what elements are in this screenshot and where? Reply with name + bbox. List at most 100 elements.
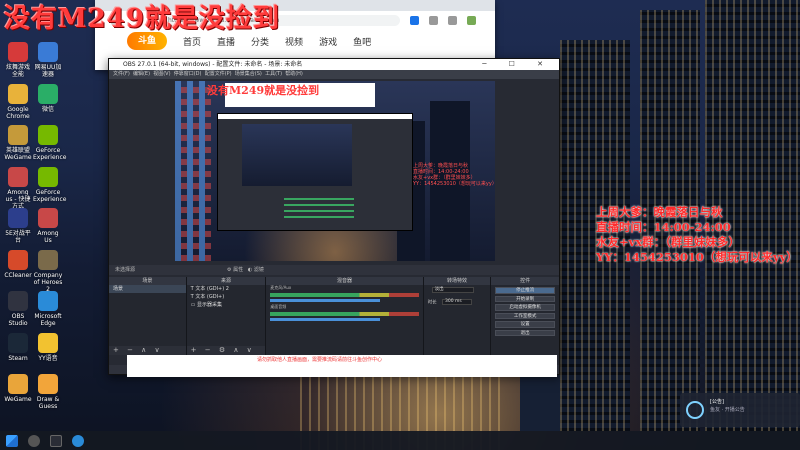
desktop-icon-label: 5E对战平台 (5, 230, 31, 244)
windows-start-icon[interactable] (6, 434, 18, 447)
transition-select[interactable]: 淡出 (431, 287, 474, 293)
properties-button[interactable]: 属性 (233, 267, 243, 273)
studio-mode-button[interactable]: 工作室模式 (495, 312, 555, 319)
transition-select-row: 淡出 (424, 285, 491, 297)
info-line: YY：1454253010（想玩可以来yy） (596, 250, 798, 264)
mic-volume-meter (270, 293, 419, 297)
desktop-icon-label: WeGame (4, 396, 32, 403)
mic-volume-slider[interactable] (270, 299, 380, 302)
desktop-icon-label: 英雄联盟 WeGame (4, 147, 32, 161)
source-item[interactable]: T 文本 (GDI+) (187, 293, 266, 301)
desktop-icon[interactable]: 微信 (33, 83, 63, 113)
desktop-icon[interactable]: Among Us (33, 208, 63, 244)
collections-icon[interactable] (429, 15, 438, 25)
desktop-icon[interactable]: Draw & Guess (33, 374, 63, 410)
mixer-channel-name: 麦克风/Aux (270, 285, 292, 290)
sources-dock-footer[interactable]: + − ⚙ ∧ ∨ (186, 346, 266, 355)
desktop-icon[interactable]: Company of Heroes 2 (33, 249, 63, 293)
gear-icon[interactable]: ⚙ (227, 267, 231, 273)
app-icon (8, 83, 28, 104)
nav-category[interactable]: 分类 (251, 35, 269, 48)
source-item[interactable]: T 文本 (GDI+) 2 (187, 285, 266, 293)
menu-tools[interactable]: 工具(T) (265, 71, 282, 77)
nav-live[interactable]: 直播 (217, 35, 235, 48)
source-item[interactable]: ▭ 显示器采集 (187, 301, 266, 309)
desktop-icon[interactable]: YY语音 (33, 332, 63, 362)
desktop-icon-label: 炫舞游戏 全能 (5, 64, 30, 78)
notice-text: 请勿抓取他人直播画面，需要推流码请前往斗鱼创作中心 (257, 357, 383, 363)
start-recording-button[interactable]: 开始录制 (495, 295, 555, 302)
desktop-icon-label: OBS Studio (8, 313, 28, 327)
audio-mixer-dock: 混音器 麦克风/Aux 桌面音频 (266, 277, 424, 355)
menu-docks[interactable]: 停靠窗口(D) (174, 71, 202, 77)
desktop-icon[interactable]: 网易UU加速器 (33, 42, 63, 78)
scenes-dock: 场景 场景 + − ∧ ∨ (109, 277, 187, 355)
menu-edit[interactable]: 编辑(E) (133, 71, 150, 77)
nav-games[interactable]: 游戏 (319, 35, 337, 48)
app-icon (38, 249, 58, 270)
audio-mixer-header: 混音器 (266, 277, 423, 285)
window-controls[interactable]: ─ ☐ ✕ (482, 59, 553, 70)
scenes-dock-header: 场景 (109, 277, 186, 285)
controls-dock: 控件 停止推流 开始录制 启动虚拟摄像机 工作室模式 设置 退出 (491, 277, 559, 355)
stream-info-overlay: 上周大爹：晚霞落日与秋 直播时间：14:00-24:00 水友+vx群：（群里妹… (596, 205, 800, 265)
app-icon (38, 332, 58, 353)
app-icon (8, 374, 28, 394)
obs-taskbar-icon[interactable] (50, 434, 62, 447)
filters-button[interactable]: 滤镜 (254, 267, 264, 273)
nav-home[interactable]: 首页 (183, 35, 201, 48)
desktop-volume-slider[interactable] (270, 318, 380, 321)
edge-taskbar-icon[interactable] (72, 434, 84, 447)
scene-item[interactable]: 场景 (109, 285, 186, 293)
exit-button[interactable]: 退出 (495, 329, 555, 336)
desktop-icon[interactable]: 英雄联盟 WeGame (3, 125, 33, 161)
menu-view[interactable]: 视图(V) (153, 71, 170, 77)
desktop-icon[interactable]: Google Chrome (3, 83, 33, 120)
desktop-icon[interactable]: CCleaner (3, 249, 33, 279)
desktop-icon-label: Draw & Guess (36, 396, 60, 410)
obs-window[interactable]: OBS 27.0.1 (64-bit, windows) - 配置文件: 未命名… (108, 58, 560, 375)
desktop-icon[interactable]: OBS Studio (3, 291, 33, 327)
menu-scene-collection[interactable]: 场景集合(S) (235, 71, 262, 77)
star-icon[interactable] (410, 15, 419, 25)
preview-nested-obs (217, 113, 413, 231)
app-icon (8, 125, 28, 145)
desktop-icon-label: 网易UU加速器 (34, 64, 62, 78)
menu-file[interactable]: 文件(F) (113, 71, 130, 77)
obs-preview-canvas[interactable]: 上周大爹：晚霞落日与秋 直播时间：14:00-24:00 水友+vx群：（群里妹… (175, 81, 495, 261)
menu-profile[interactable]: 配置文件(P) (205, 71, 232, 77)
app-icon (8, 42, 28, 62)
toast-title: [公告] (710, 399, 724, 405)
stop-streaming-button[interactable]: 停止推流 (495, 287, 555, 294)
virtual-camera-button[interactable]: 启动虚拟摄像机 (495, 304, 555, 311)
app-icon (8, 208, 28, 228)
obs-window-title: OBS 27.0.1 (64-bit, windows) - 配置文件: 未命名… (123, 61, 303, 68)
desktop-icon[interactable]: GeForce Experience (33, 166, 66, 203)
search-icon[interactable] (28, 434, 40, 447)
filter-icon[interactable]: ◐ (248, 267, 252, 273)
extensions-icon[interactable] (448, 15, 457, 25)
info-line: 直播时间：14:00-24:00 (596, 220, 731, 234)
desktop-icon[interactable]: 炫舞游戏 全能 (3, 42, 33, 78)
duration-input[interactable]: 300 ms (442, 298, 473, 305)
desktop-icon[interactable]: Microsoft Edge (33, 291, 63, 327)
desktop-icon[interactable]: 5E对战平台 (3, 208, 33, 244)
desktop-icon[interactable]: Among us - 快捷方式 (3, 166, 33, 210)
notification-toast[interactable]: [公告] 鱼友 · 开播公告 (680, 393, 800, 427)
nav-video[interactable]: 视频 (285, 35, 303, 48)
preview-desktop-icons (175, 81, 211, 261)
desktop-icon-label: YY语音 (38, 354, 58, 362)
app-icon (8, 332, 28, 353)
nav-fishbar[interactable]: 鱼吧 (353, 35, 371, 48)
settings-button[interactable]: 设置 (495, 321, 555, 328)
app-icon (38, 166, 58, 187)
profile-icon[interactable] (467, 15, 476, 25)
desktop-icon[interactable]: WeGame (3, 374, 33, 403)
scenes-dock-footer[interactable]: + − ∧ ∨ (109, 346, 186, 355)
app-icon (38, 83, 58, 104)
stream-overlay-title: 没有M249就是没捡到 (4, 4, 281, 34)
desktop-icon[interactable]: GeForce Experience (33, 125, 66, 161)
no-source-label: 未选择源 (115, 267, 136, 273)
desktop-icon[interactable]: Steam (3, 332, 33, 362)
menu-help[interactable]: 帮助(H) (285, 71, 303, 77)
